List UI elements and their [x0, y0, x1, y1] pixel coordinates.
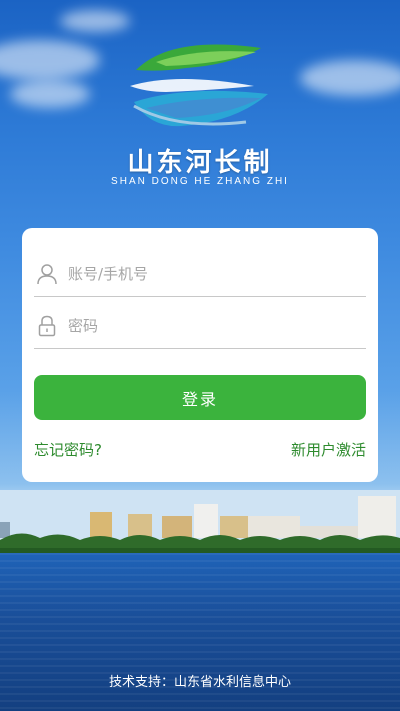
brand-title: 山东河长制: [127, 148, 273, 178]
username-field: [34, 252, 366, 297]
username-input[interactable]: [66, 264, 350, 284]
logo-leaf-icon: [130, 44, 268, 127]
cloud: [60, 10, 130, 32]
lock-icon: [36, 315, 58, 337]
password-input[interactable]: [66, 316, 350, 336]
footer-support-text: 技术支持：山东省水利信息中心: [108, 675, 291, 690]
login-button[interactable]: 登录: [34, 375, 366, 420]
cloud: [300, 60, 400, 96]
city-skyline: [0, 490, 400, 560]
activate-account-link[interactable]: 新用户激活: [291, 439, 366, 460]
forgot-password-link[interactable]: 忘记密码?: [34, 439, 102, 460]
brand-subtitle: SHAN DONG HE ZHANG ZHI: [111, 176, 289, 187]
password-field: [34, 304, 366, 349]
user-icon: [36, 263, 58, 285]
cloud: [10, 80, 90, 108]
